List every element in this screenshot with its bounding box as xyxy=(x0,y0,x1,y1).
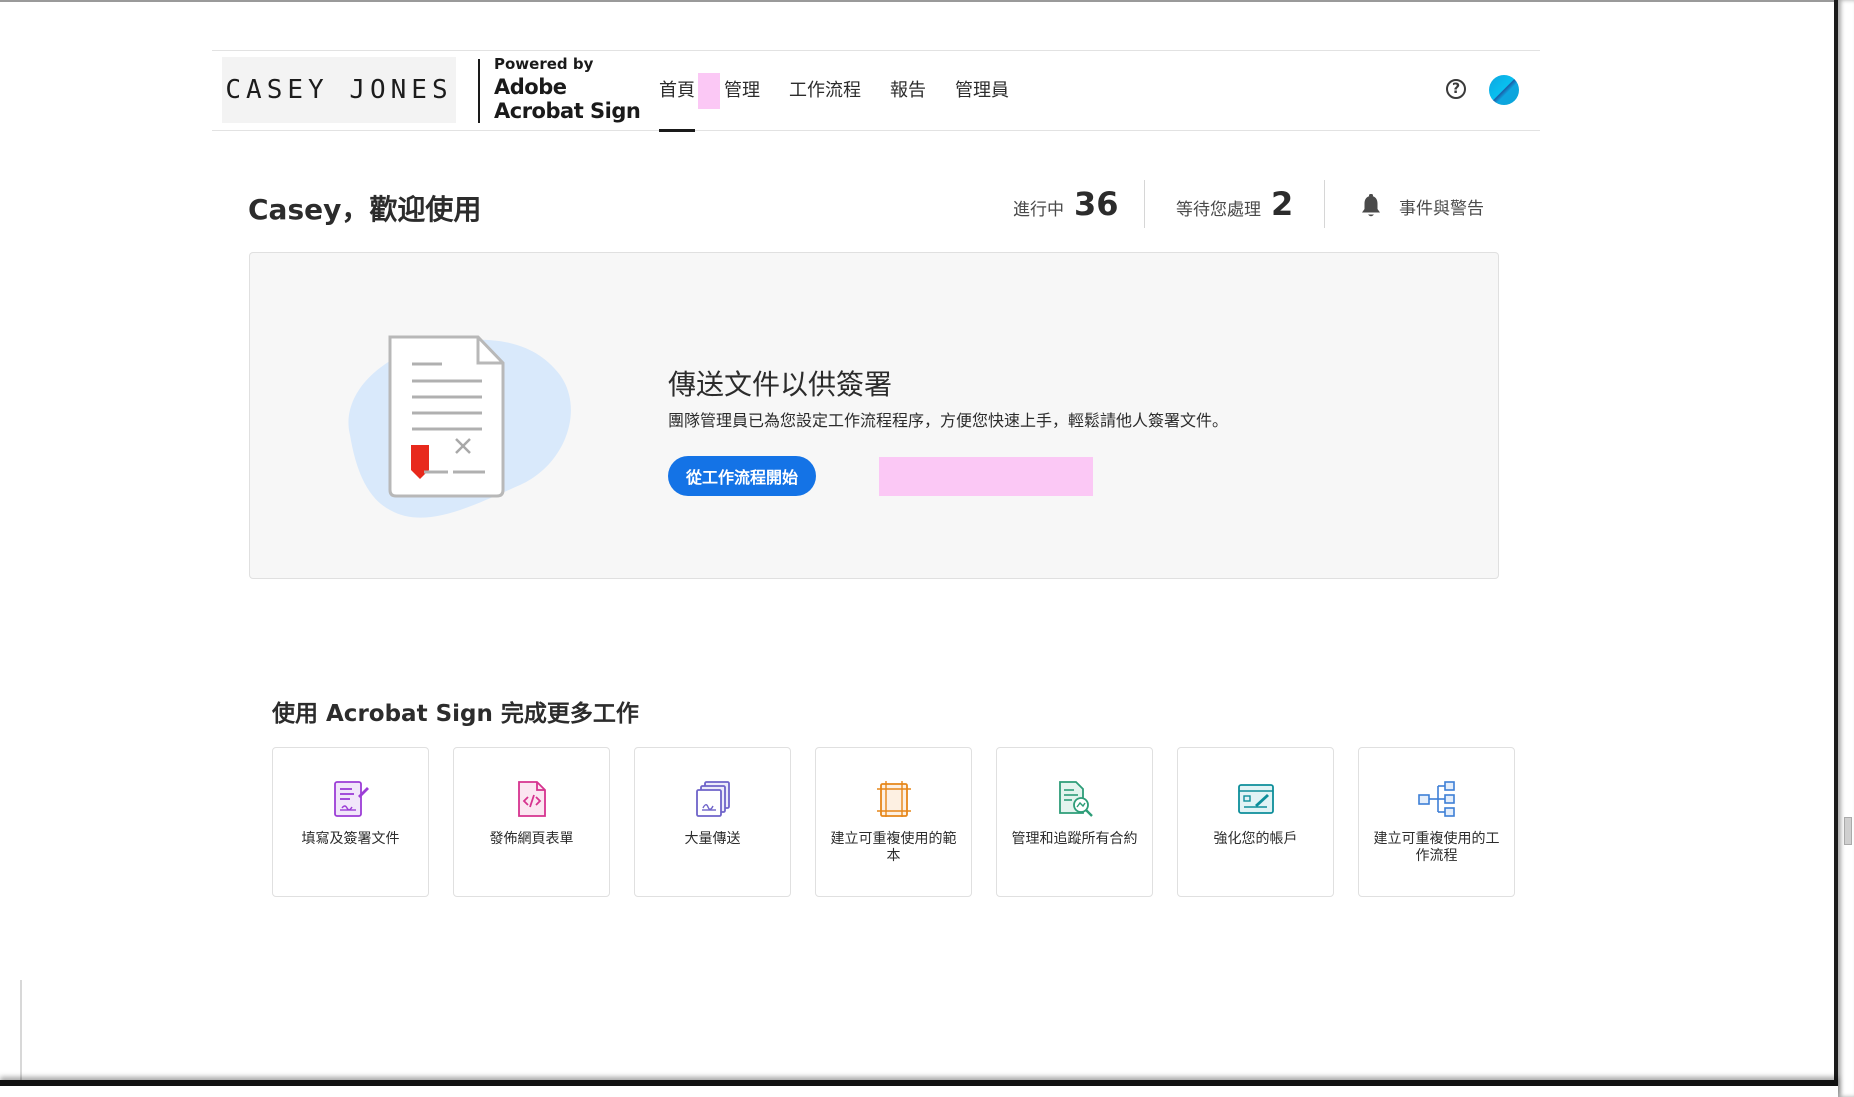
fill-sign-icon xyxy=(334,781,369,817)
tile-label: 大量傳送 xyxy=(684,831,741,847)
tile-fill-sign[interactable]: 填寫及簽署文件 xyxy=(272,747,429,897)
nav-home[interactable]: 首頁 xyxy=(659,51,695,132)
nav-manage[interactable]: 管理 xyxy=(724,51,760,131)
tile-label: 發佈網頁表單 xyxy=(489,831,574,847)
brand-logo[interactable]: CASEY JONES xyxy=(222,57,456,123)
tile-label: 建立可重複使用的工作流程 xyxy=(1373,831,1500,864)
product-name-line2: Acrobat Sign xyxy=(494,99,641,123)
in-progress-label: 進行中 xyxy=(1013,200,1064,220)
bell-icon[interactable] xyxy=(1360,194,1382,218)
waiting-stat[interactable]: 等待您處理 2 xyxy=(1176,185,1293,223)
document-signature-icon xyxy=(348,335,571,518)
template-icon xyxy=(877,781,911,817)
tile-bulk-send[interactable]: 大量傳送 xyxy=(634,747,791,897)
bulk-send-icon xyxy=(696,781,730,817)
scrollbar-thumb[interactable] xyxy=(1844,817,1852,845)
window-bottom-border xyxy=(0,1080,1838,1097)
app-header: CASEY JONES Powered by Adobe Acrobat Sig… xyxy=(212,51,1540,132)
in-progress-stat[interactable]: 進行中 36 xyxy=(1013,185,1119,223)
redacted-block xyxy=(879,457,1093,496)
avatar[interactable] xyxy=(1489,75,1519,105)
send-for-signature-card: 傳送文件以供簽署 團隊管理員已為您設定工作流程程序，方便您快速上手，輕鬆請他人簽… xyxy=(249,252,1499,579)
waiting-count: 2 xyxy=(1271,185,1294,223)
workflow-icon xyxy=(1418,781,1455,817)
nav-workflows[interactable]: 工作流程 xyxy=(789,51,861,131)
window-right-border xyxy=(1834,0,1854,1097)
quick-action-tiles: 填寫及簽署文件 發佈網頁表單 大量傳送 建立可重複使用的範本 管理和追蹤所有合約… xyxy=(272,747,1572,899)
tile-template[interactable]: 建立可重複使用的範本 xyxy=(815,747,972,897)
alerts-link[interactable]: 事件與警告 xyxy=(1399,194,1484,219)
hero-title: 傳送文件以供簽署 xyxy=(668,368,893,401)
manage-track-icon xyxy=(1059,781,1093,817)
brand-divider xyxy=(478,59,480,123)
brand-name: CASEY JONES xyxy=(225,75,453,105)
window-top-border xyxy=(0,0,1854,2)
question-circle-icon[interactable]: ? xyxy=(1446,79,1466,99)
start-from-workflow-button[interactable]: 從工作流程開始 xyxy=(668,456,817,496)
window-left-edge xyxy=(20,980,22,1080)
tile-workflow[interactable]: 建立可重複使用的工作流程 xyxy=(1358,747,1515,897)
waiting-label: 等待您處理 xyxy=(1176,200,1261,220)
stat-divider xyxy=(1324,180,1325,228)
nav-admin[interactable]: 管理員 xyxy=(955,51,1009,131)
tile-label: 管理和追蹤所有合約 xyxy=(1011,831,1138,847)
tile-label: 建立可重複使用的範本 xyxy=(830,831,957,864)
section-title: 使用 Acrobat Sign 完成更多工作 xyxy=(272,701,639,727)
redacted-block xyxy=(698,73,720,109)
page-title: Casey，歡迎使用 xyxy=(248,193,482,226)
account-branding-icon xyxy=(1238,784,1274,814)
powered-by-text: Powered by xyxy=(494,55,594,73)
in-progress-count: 36 xyxy=(1074,185,1119,223)
hero-description: 團隊管理員已為您設定工作流程程序，方便您快速上手，輕鬆請他人簽署文件。 xyxy=(668,411,1229,430)
tile-account-branding[interactable]: 強化您的帳戶 xyxy=(1177,747,1334,897)
stat-divider xyxy=(1144,180,1145,228)
tile-label: 強化您的帳戶 xyxy=(1213,831,1298,847)
powered-by-logo: Powered by Adobe Acrobat Sign xyxy=(494,55,641,125)
web-form-icon xyxy=(518,781,546,817)
tile-label: 填寫及簽署文件 xyxy=(301,831,400,847)
tile-web-form[interactable]: 發佈網頁表單 xyxy=(453,747,610,897)
product-name-line1: Adobe xyxy=(494,75,567,99)
nav-reports[interactable]: 報告 xyxy=(890,51,926,131)
main-nav: 首頁 管理 工作流程 報告 管理員 xyxy=(659,51,1038,132)
tile-manage-track[interactable]: 管理和追蹤所有合約 xyxy=(996,747,1153,897)
